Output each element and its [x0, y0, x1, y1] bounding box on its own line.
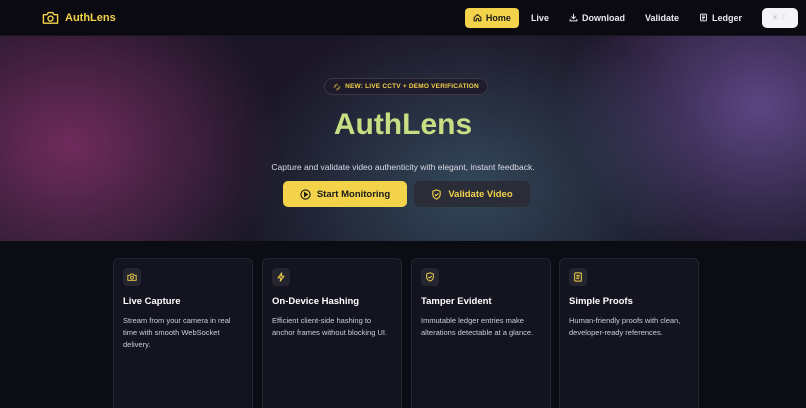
feature-description: Efficient client-side hashing to anchor …: [272, 316, 388, 337]
feature-card-live-capture: Live Capture Stream from your camera in …: [113, 258, 253, 408]
shield-check-icon: [432, 188, 442, 200]
bolt-icon: [272, 268, 290, 286]
feature-description: Stream from your camera in real time wit…: [123, 316, 231, 349]
top-navbar: AuthLens Home Live Download Validate Led…: [0, 0, 806, 36]
validate-video-label: Validate Video: [448, 188, 513, 200]
ledger-icon: [699, 13, 707, 22]
feature-title: Simple Proofs: [569, 296, 633, 307]
nav-home-label: Home: [485, 12, 511, 23]
nav-download[interactable]: Download: [561, 8, 633, 28]
feature-card-hashing: On-Device Hashing Efficient client-side …: [262, 258, 402, 408]
camera-icon: [42, 11, 59, 24]
nav-validate[interactable]: Validate: [637, 8, 687, 28]
feature-description: Human-friendly proofs with clean, develo…: [569, 316, 681, 337]
hero-subtitle: Capture and validate video authenticity …: [271, 162, 535, 172]
start-monitoring-button[interactable]: Start Monitoring: [283, 181, 407, 207]
feature-title: Live Capture: [123, 296, 181, 307]
home-icon: [473, 13, 482, 22]
sun-icon: ☀: [771, 13, 779, 22]
nav-ledger-label: Ledger: [711, 12, 742, 23]
theme-toggle[interactable]: ☀ ☾: [762, 7, 798, 28]
brand-logo[interactable]: AuthLens: [42, 10, 116, 25]
nav-ledger[interactable]: Ledger: [691, 8, 750, 28]
badge-text: NEW: LIVE CCTV + DEMO VERIFICATION: [345, 83, 479, 90]
hero-title: AuthLens: [333, 108, 473, 141]
shield-check-icon: [421, 268, 439, 286]
validate-video-button[interactable]: Validate Video: [414, 181, 530, 207]
moon-icon: ☾: [781, 13, 789, 22]
sparkle-icon: [333, 83, 341, 90]
document-icon: [569, 268, 587, 286]
announcement-badge[interactable]: NEW: LIVE CCTV + DEMO VERIFICATION: [324, 78, 488, 95]
feature-title: Tamper Evident: [421, 296, 492, 307]
nav-live[interactable]: Live: [523, 8, 557, 28]
feature-title: On-Device Hashing: [272, 296, 360, 307]
nav-validate-label: Validate: [644, 12, 679, 23]
camera-icon: [123, 268, 141, 286]
feature-description: Immutable ledger entries make alteration…: [421, 316, 534, 337]
nav-home[interactable]: Home: [464, 7, 519, 28]
nav-live-label: Live: [530, 12, 549, 23]
feature-card-simple-proofs: Simple Proofs Human-friendly proofs with…: [559, 258, 699, 408]
nav-links: Home Live Download Validate Ledger ☀ ☾: [464, 7, 798, 28]
start-monitoring-label: Start Monitoring: [316, 188, 391, 200]
nav-download-label: Download: [581, 12, 625, 23]
brand-name: AuthLens: [65, 11, 116, 24]
feature-card-tamper-evident: Tamper Evident Immutable ledger entries …: [411, 258, 551, 408]
hero-section: NEW: LIVE CCTV + DEMO VERIFICATION AuthL…: [0, 36, 806, 241]
download-icon: [569, 13, 578, 22]
play-circle-icon: [300, 188, 311, 200]
